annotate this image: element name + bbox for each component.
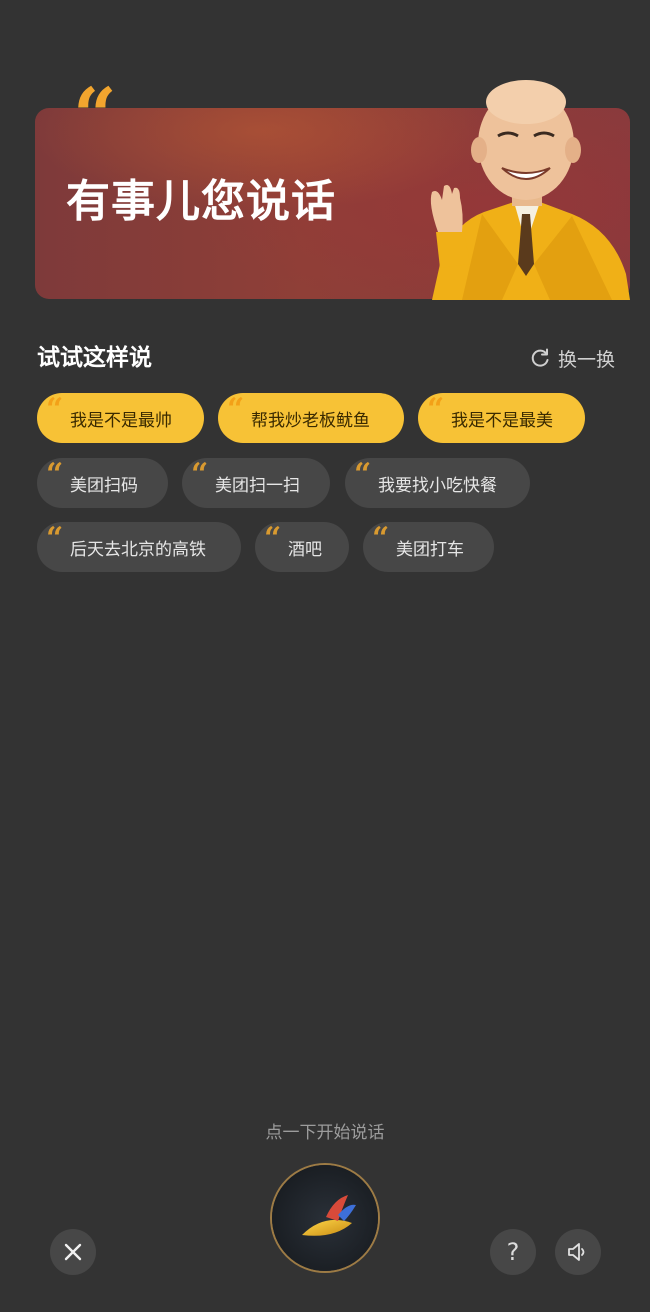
suggestion-chip[interactable]: “ 我要找小吃快餐	[345, 458, 530, 508]
close-icon	[64, 1243, 82, 1261]
voice-hint: 点一下开始说话	[265, 1123, 385, 1143]
quote-icon: “	[427, 392, 445, 427]
suggestion-chip-label: 后天去北京的高铁	[70, 539, 206, 560]
refresh-label: 换一换	[558, 348, 616, 371]
suggestion-chip-label: 美团打车	[396, 539, 464, 560]
speaker-icon	[568, 1243, 585, 1261]
refresh-button[interactable]: 换一换	[529, 344, 615, 372]
quote-icon: “	[372, 521, 390, 556]
suggestion-chip[interactable]: “ 酒吧	[255, 522, 349, 572]
suggestion-chip[interactable]: “ 帮我炒老板鱿鱼	[218, 393, 404, 443]
quote-icon: “	[73, 71, 117, 160]
refresh-icon	[531, 348, 549, 367]
suggestion-chip-label: 我是不是最帅	[70, 410, 172, 431]
quote-icon: “	[46, 457, 64, 492]
suggestion-chip[interactable]: “ 美团扫一扫	[182, 458, 330, 508]
banner-title: 有事儿您说话	[66, 176, 336, 227]
quote-icon: “	[354, 457, 372, 492]
speaker-button[interactable]	[555, 1229, 601, 1275]
help-button[interactable]: ?	[490, 1229, 536, 1275]
suggestion-chip[interactable]: “ 我是不是最美	[418, 393, 585, 443]
suggestion-chip[interactable]: “ 美团打车	[363, 522, 494, 572]
quote-icon: “	[264, 521, 282, 556]
voice-orb-icon	[272, 1165, 378, 1271]
suggestion-chip-label: 美团扫一扫	[215, 475, 300, 496]
suggestion-chip-label: 帮我炒老板鱿鱼	[251, 410, 370, 431]
help-icon: ?	[506, 1238, 520, 1266]
suggestion-chip-label: 美团扫码	[70, 475, 138, 496]
suggestion-chip-label: 酒吧	[288, 539, 322, 560]
quote-icon: “	[227, 392, 245, 427]
quote-icon: “	[191, 457, 209, 492]
suggestions-title: 试试这样说	[37, 345, 152, 371]
suggestion-chip[interactable]: “ 美团扫码	[37, 458, 168, 508]
suggestion-chip-label: 我要找小吃快餐	[378, 475, 497, 496]
quote-icon: “	[46, 521, 64, 556]
suggestion-chip[interactable]: “ 后天去北京的高铁	[37, 522, 241, 572]
mascot-image	[430, 80, 630, 300]
suggestion-chip[interactable]: “ 我是不是最帅	[37, 393, 204, 443]
microphone-button[interactable]	[270, 1163, 380, 1273]
close-button[interactable]	[50, 1229, 96, 1275]
quote-icon: “	[46, 392, 64, 427]
suggestion-chip-label: 我是不是最美	[451, 410, 553, 431]
